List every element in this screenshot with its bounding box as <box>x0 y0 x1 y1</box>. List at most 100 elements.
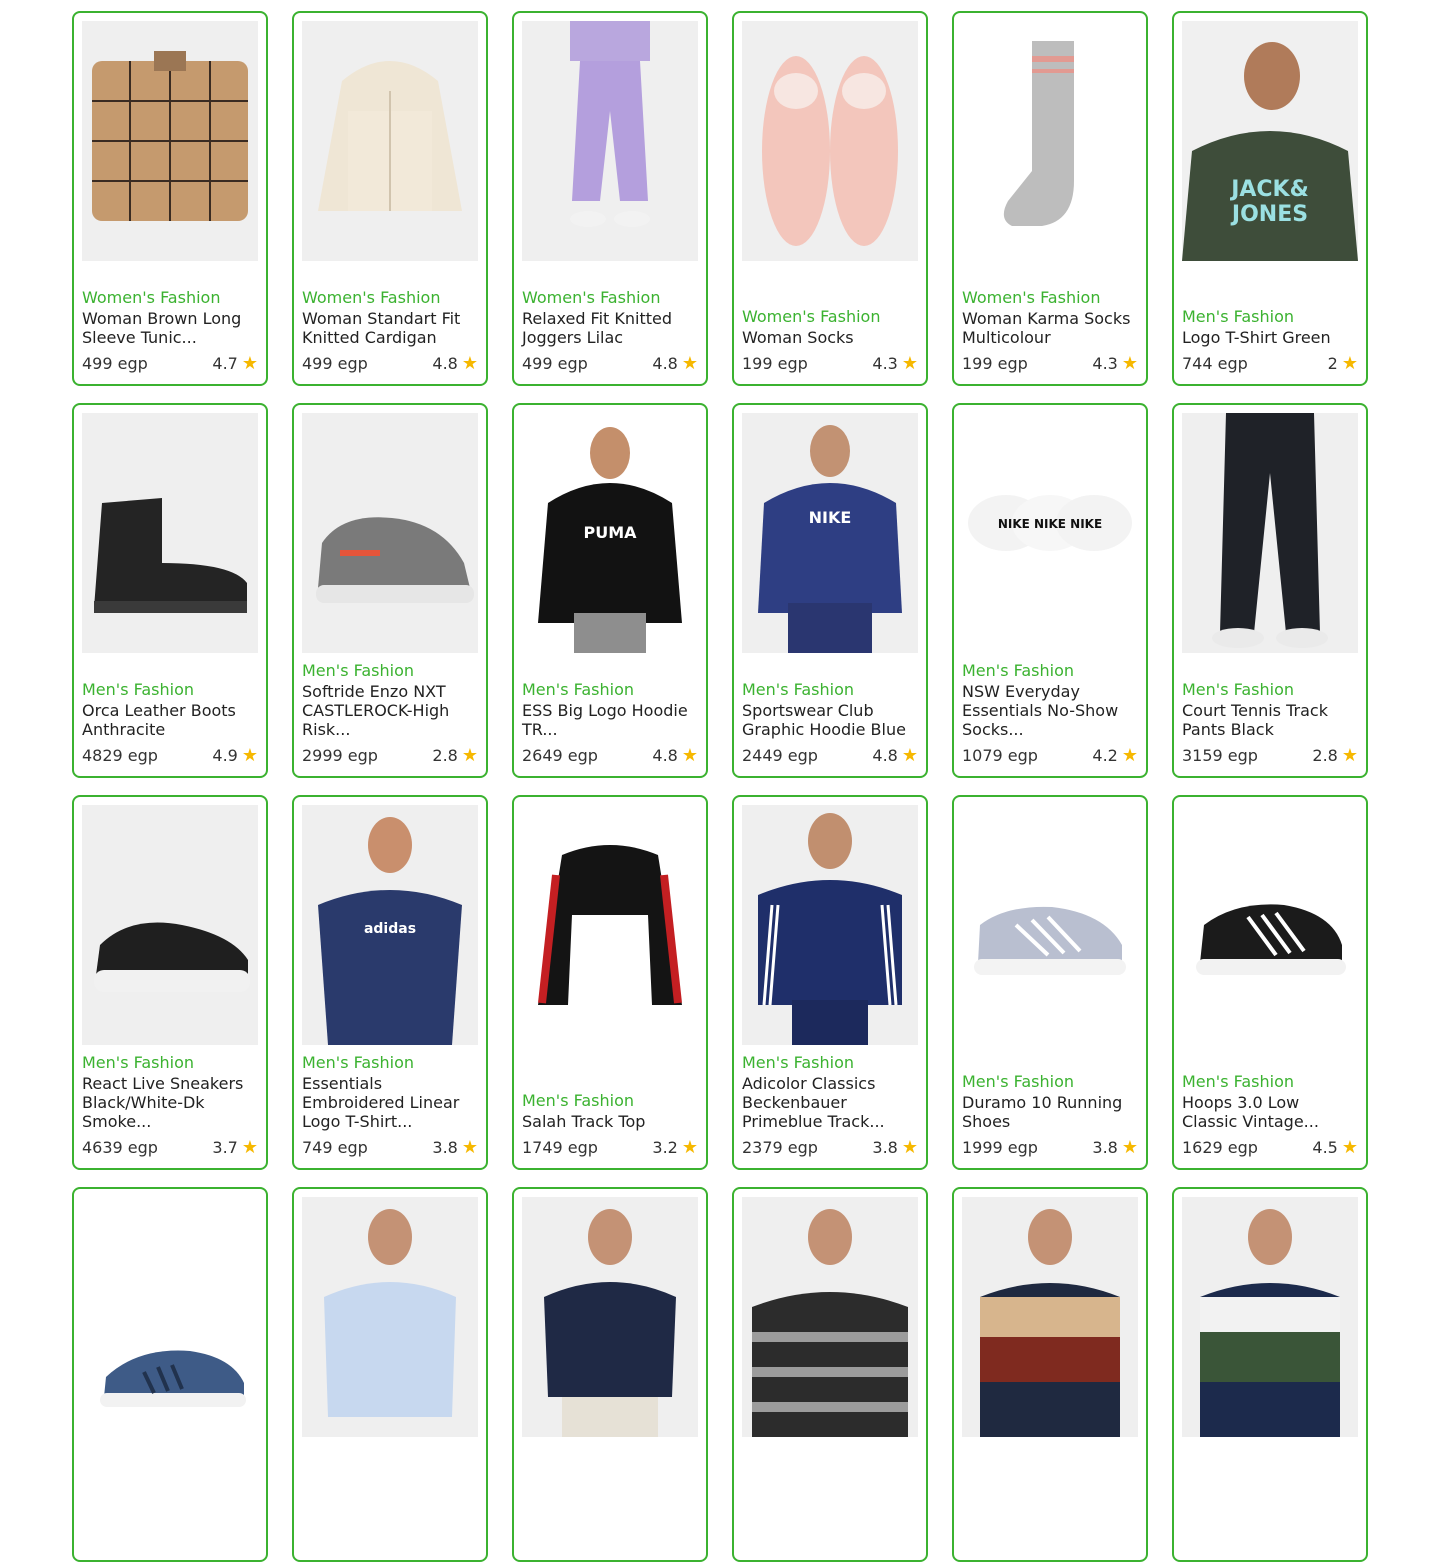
product-title[interactable]: Woman Brown Long Sleeve Tunic... <box>82 309 258 347</box>
product-card[interactable]: Men's Fashion React Live Sneakers Black/W… <box>72 795 268 1170</box>
product-image[interactable] <box>82 413 258 653</box>
product-card[interactable]: Men's Fashion Salah Track Top 1749 egp 3.2 ★ <box>512 795 708 1170</box>
product-price: 2649 egp <box>522 746 598 765</box>
product-card[interactable] <box>292 1187 488 1562</box>
product-image[interactable] <box>522 21 698 261</box>
product-title[interactable]: Softride Enzo NXT CASTLEROCK-High Risk..… <box>302 682 478 739</box>
rating-value: 4.5 <box>1312 1138 1338 1157</box>
product-card[interactable] <box>1172 1187 1368 1562</box>
product-info: Women's Fashion Relaxed Fit Knitted Jogge… <box>522 288 698 374</box>
rating-value: 2.8 <box>1312 746 1338 765</box>
product-image[interactable] <box>82 1197 258 1437</box>
product-image[interactable] <box>82 21 258 261</box>
product-card[interactable]: Women's Fashion Woman Socks 199 egp 4.3 ★ <box>732 11 928 386</box>
product-image[interactable]: adidas <box>302 805 478 1045</box>
product-category: Men's Fashion <box>522 1091 634 1110</box>
product-title[interactable]: Woman Socks <box>742 328 918 347</box>
product-category: Men's Fashion <box>302 1053 414 1072</box>
product-card[interactable]: Men's Fashion Court Tennis Track Pants Bl… <box>1172 403 1368 778</box>
product-title[interactable]: Sportswear Club Graphic Hoodie Blue <box>742 701 918 739</box>
product-rating: 4.8 ★ <box>652 354 698 374</box>
product-title[interactable]: Relaxed Fit Knitted Joggers Lilac <box>522 309 698 347</box>
product-rating: 4.8 ★ <box>432 354 478 374</box>
svg-text:adidas: adidas <box>364 921 416 937</box>
product-card[interactable]: Men's Fashion Hoops 3.0 Low Classic Vinta… <box>1172 795 1368 1170</box>
product-card[interactable]: Women's Fashion Woman Standart Fit Knitte… <box>292 11 488 386</box>
product-image[interactable] <box>1182 413 1358 653</box>
product-info: Men's Fashion Orca Leather Boots Anthraci… <box>82 680 258 766</box>
product-title[interactable]: Woman Karma Socks Multicolour <box>962 309 1138 347</box>
product-image[interactable] <box>962 21 1138 261</box>
product-card[interactable]: Men's Fashion Adicolor Classics Beckenbau… <box>732 795 928 1170</box>
product-meta: 2379 egp 3.8 ★ <box>742 1138 918 1158</box>
star-icon: ★ <box>681 745 698 766</box>
product-image[interactable]: JACK& JONES <box>1182 21 1358 261</box>
product-card[interactable]: Women's Fashion Relaxed Fit Knitted Jogge… <box>512 11 708 386</box>
product-image[interactable]: NIKE <box>742 413 918 653</box>
product-card[interactable]: Women's Fashion Woman Brown Long Sleeve T… <box>72 11 268 386</box>
product-image[interactable] <box>302 1197 478 1437</box>
product-price: 199 egp <box>742 354 808 373</box>
product-info: Women's Fashion Woman Standart Fit Knitte… <box>302 288 478 374</box>
product-title[interactable]: NSW Everyday Essentials No-Show Socks... <box>962 682 1138 739</box>
product-title[interactable]: Orca Leather Boots Anthracite <box>82 701 258 739</box>
product-price: 2999 egp <box>302 746 378 765</box>
product-card[interactable] <box>732 1187 928 1562</box>
product-card[interactable]: JACK& JONES Men's Fashion Logo T-Shirt Gree… <box>1172 11 1368 386</box>
product-image[interactable] <box>302 413 478 653</box>
product-image[interactable] <box>742 805 918 1045</box>
product-category: Men's Fashion <box>742 1053 854 1072</box>
product-card[interactable]: Women's Fashion Woman Karma Socks Multico… <box>952 11 1148 386</box>
product-card[interactable] <box>512 1187 708 1562</box>
product-title[interactable]: React Live Sneakers Black/White-Dk Smoke… <box>82 1074 258 1131</box>
product-title[interactable]: Woman Standart Fit Knitted Cardigan <box>302 309 478 347</box>
product-title[interactable]: Court Tennis Track Pants Black <box>1182 701 1358 739</box>
svg-text:PUMA: PUMA <box>583 523 637 542</box>
star-icon: ★ <box>1121 1137 1138 1158</box>
product-card[interactable]: PUMA Men's Fashion ESS Big Logo Hoodie TR.… <box>512 403 708 778</box>
product-card[interactable]: Men's Fashion Softride Enzo NXT CASTLEROC… <box>292 403 488 778</box>
product-card[interactable]: Men's Fashion Duramo 10 Running Shoes 1999… <box>952 795 1148 1170</box>
product-category: Men's Fashion <box>82 1053 194 1072</box>
product-title[interactable]: Logo T-Shirt Green <box>1182 328 1358 347</box>
product-image[interactable] <box>1182 1197 1358 1437</box>
product-image[interactable] <box>962 1197 1138 1437</box>
product-image[interactable] <box>522 805 698 1045</box>
product-card[interactable]: adidas Men's Fashion Essentials Embroidere… <box>292 795 488 1170</box>
product-meta: 4639 egp 3.7 ★ <box>82 1138 258 1158</box>
product-meta: 499 egp 4.8 ★ <box>522 354 698 374</box>
product-rating: 3.2 ★ <box>652 1138 698 1158</box>
product-category: Men's Fashion <box>1182 307 1294 326</box>
star-icon: ★ <box>1121 353 1138 374</box>
product-image[interactable] <box>742 21 918 261</box>
product-category: Women's Fashion <box>522 288 661 307</box>
product-category: Men's Fashion <box>742 680 854 699</box>
product-price: 499 egp <box>302 354 368 373</box>
product-image[interactable] <box>522 1197 698 1437</box>
svg-text:NIKE: NIKE <box>809 508 852 527</box>
product-image[interactable] <box>1182 805 1358 1045</box>
product-rating: 2 ★ <box>1328 354 1358 374</box>
product-image[interactable]: PUMA <box>522 413 698 653</box>
product-image[interactable] <box>82 805 258 1045</box>
product-title[interactable]: Hoops 3.0 Low Classic Vintage... <box>1182 1093 1358 1131</box>
product-price: 1999 egp <box>962 1138 1038 1157</box>
product-image[interactable] <box>742 1197 918 1437</box>
product-image[interactable] <box>962 805 1138 1045</box>
product-card[interactable] <box>952 1187 1148 1562</box>
product-info: Men's Fashion React Live Sneakers Black/W… <box>82 1053 258 1158</box>
product-card[interactable] <box>72 1187 268 1562</box>
product-title[interactable]: ESS Big Logo Hoodie TR... <box>522 701 698 739</box>
product-title[interactable]: Duramo 10 Running Shoes <box>962 1093 1138 1131</box>
product-card[interactable]: NIKE NIKE NIKE Men's Fashion NSW Everyday … <box>952 403 1148 778</box>
product-card[interactable]: NIKE Men's Fashion Sportswear Club Graphic… <box>732 403 928 778</box>
product-card[interactable]: Men's Fashion Orca Leather Boots Anthraci… <box>72 403 268 778</box>
product-rating: 4.5 ★ <box>1312 1138 1358 1158</box>
product-title[interactable]: Adicolor Classics Beckenbauer Primeblue … <box>742 1074 918 1131</box>
product-image[interactable]: NIKE NIKE NIKE <box>962 413 1138 653</box>
product-title[interactable]: Salah Track Top <box>522 1112 698 1131</box>
product-title[interactable]: Essentials Embroidered Linear Logo T-Shi… <box>302 1074 478 1131</box>
product-info: Men's Fashion Salah Track Top 1749 egp 3.2 ★ <box>522 1091 698 1158</box>
star-icon: ★ <box>461 1137 478 1158</box>
product-image[interactable] <box>302 21 478 261</box>
